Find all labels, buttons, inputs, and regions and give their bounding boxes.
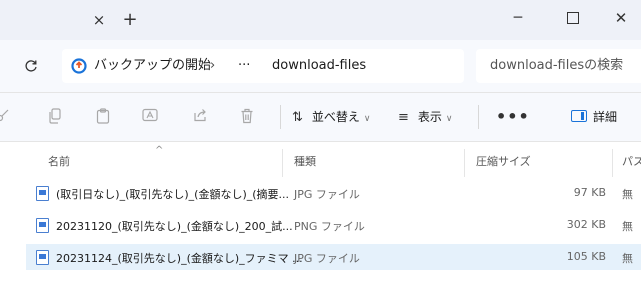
copy-icon[interactable]: [46, 108, 64, 126]
image-file-icon: [36, 186, 49, 201]
refresh-icon: [25, 60, 37, 72]
view-icon: ≡: [398, 110, 409, 125]
file-size: 302 KB: [566, 218, 606, 231]
sort-button[interactable]: ⇅ 並べ替え ∨: [292, 107, 370, 127]
file-row[interactable]: 20231120_(取引先なし)_(金額なし)_200_試... PNG ファイ…: [26, 212, 641, 238]
column-header-type[interactable]: 種類: [294, 153, 316, 169]
column-divider[interactable]: [612, 149, 613, 177]
file-size: 97 KB: [573, 186, 606, 199]
file-password: 無: [622, 252, 633, 265]
address-box[interactable]: バックアップの開始 › ··· download-files: [62, 49, 464, 83]
command-bar: ⇅ 並べ替え ∨ ≡ 表示 ∨ ••• 詳細: [0, 93, 641, 142]
address-bar: バックアップの開始 › ··· download-files download-…: [0, 40, 641, 93]
maximize-button[interactable]: [561, 6, 585, 30]
file-name: (取引日なし)_(取引先なし)_(金額なし)_(摘要...: [56, 188, 290, 201]
column-header-compressed-size[interactable]: 圧縮サイズ: [476, 153, 531, 169]
file-type: PNG ファイル: [294, 220, 365, 233]
title-bar: × + ─ ✕: [0, 0, 641, 40]
minimize-button[interactable]: ─: [506, 6, 530, 30]
column-divider[interactable]: [282, 149, 283, 177]
chevron-down-icon: ∨: [363, 114, 371, 124]
share-icon[interactable]: [191, 108, 209, 126]
column-divider[interactable]: [464, 149, 465, 177]
cut-icon[interactable]: [0, 108, 12, 126]
file-type: JPG ファイル: [294, 188, 360, 201]
view-label: 表示: [417, 110, 442, 124]
column-header-password[interactable]: パスワ: [622, 153, 641, 169]
breadcrumb-more[interactable]: ···: [238, 58, 250, 74]
details-pane-icon: [571, 110, 587, 122]
search-placeholder: download-filesの検索: [490, 58, 624, 73]
view-button[interactable]: ≡ 表示 ∨: [398, 107, 452, 127]
toolbar-divider: [280, 105, 281, 129]
rename-icon[interactable]: [141, 108, 159, 126]
file-row[interactable]: (取引日なし)_(取引先なし)_(金額なし)_(摘要... JPG ファイル 9…: [26, 180, 641, 206]
breadcrumb-backup[interactable]: バックアップの開始: [94, 58, 211, 74]
breadcrumb-separator[interactable]: ›: [210, 58, 215, 74]
column-header-row: ^ 名前 種類 圧縮サイズ パスワ: [0, 141, 641, 181]
chevron-down-icon: ∨: [445, 114, 453, 124]
sort-label: 並べ替え: [311, 110, 360, 124]
file-type: JPG ファイル: [294, 252, 360, 265]
file-size: 105 KB: [566, 250, 606, 263]
toolbar-divider: [478, 105, 479, 129]
image-file-icon: [36, 250, 49, 265]
close-tab-button[interactable]: ×: [88, 9, 110, 31]
paste-icon[interactable]: [94, 108, 112, 126]
details-pane-button[interactable]: 詳細: [571, 107, 617, 127]
maximize-icon: [567, 12, 579, 24]
backup-icon: [71, 58, 87, 74]
file-row-selected[interactable]: 20231124_(取引先なし)_(金額なし)_ファミマ ... JPG ファイ…: [26, 244, 641, 270]
breadcrumb-download-files[interactable]: download-files: [272, 58, 366, 74]
more-options-button[interactable]: •••: [496, 107, 530, 127]
close-window-button[interactable]: ✕: [609, 6, 633, 30]
sort-icon: ⇅: [292, 110, 303, 125]
file-name: 20231120_(取引先なし)_(金額なし)_200_試...: [56, 220, 293, 233]
sort-ascending-icon: ^: [155, 145, 164, 156]
file-password: 無: [622, 220, 633, 233]
column-header-name[interactable]: 名前: [48, 153, 70, 169]
refresh-button[interactable]: [21, 56, 41, 76]
file-name: 20231124_(取引先なし)_(金額なし)_ファミマ ...: [56, 252, 303, 265]
image-file-icon: [36, 218, 49, 233]
file-password: 無: [622, 188, 633, 201]
search-input[interactable]: download-filesの検索: [476, 49, 641, 83]
new-tab-button[interactable]: +: [119, 9, 141, 31]
details-label: 詳細: [593, 110, 618, 124]
delete-icon[interactable]: [238, 108, 256, 126]
